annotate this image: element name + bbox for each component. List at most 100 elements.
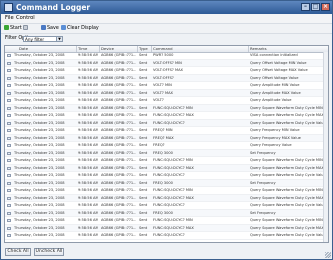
row-checkbox[interactable] xyxy=(7,211,11,215)
clear-display-button[interactable]: Clear Display xyxy=(61,24,99,33)
cell-type: Sent xyxy=(139,98,148,102)
cell-time: 9:58:56 AM xyxy=(78,165,98,170)
row-checkbox[interactable] xyxy=(7,151,11,155)
table-row[interactable]: Thursday, October 23, 2008 9:58:56 AM AGB6… xyxy=(5,157,328,165)
row-checkbox[interactable] xyxy=(7,196,11,200)
row-checkbox[interactable] xyxy=(7,84,11,87)
table-row[interactable]: Thursday, October 23, 2008 9:58:56 AM AGB6… xyxy=(5,74,328,82)
table-row[interactable]: Thursday, October 23, 2008 9:58:56 AM AGB6… xyxy=(5,127,328,135)
row-checkbox[interactable] xyxy=(7,174,11,177)
cell-device: AGB66 (GPIB::7?1... xyxy=(101,135,136,140)
table-row[interactable]: Thursday, October 23, 2008 9:58:56 AM AGB6… xyxy=(5,134,328,142)
title-bar[interactable]: Command Logger – □ × xyxy=(1,1,332,14)
cell-remarks: VISA connection initialized xyxy=(250,53,298,57)
cell-date: Thursday, October 23, 2008 xyxy=(14,218,65,222)
row-checkbox[interactable] xyxy=(7,166,11,170)
row-checkbox[interactable] xyxy=(7,106,11,110)
row-checkbox[interactable] xyxy=(7,136,11,140)
table-row[interactable]: Thursday, October 23, 2008 9:58:56 AM AGB6… xyxy=(5,224,328,232)
table-row[interactable]: Thursday, October 23, 2008 9:58:56 AM AGB6… xyxy=(5,142,328,150)
cell-type: Sent xyxy=(139,210,148,215)
row-checkbox[interactable] xyxy=(7,204,11,207)
cell-command: VOLT:OFFS? MIN xyxy=(153,60,182,65)
menu-bar: File Control xyxy=(1,14,332,23)
row-checkbox[interactable] xyxy=(7,226,11,230)
maximize-button[interactable]: □ xyxy=(311,3,320,11)
table-row[interactable]: Thursday, October 23, 2008 9:58:56 AM AGB6… xyxy=(5,59,328,67)
row-checkbox[interactable] xyxy=(7,114,11,117)
check-all-button[interactable]: Check All xyxy=(5,248,31,256)
row-checkbox[interactable] xyxy=(7,99,11,102)
menu-control[interactable]: Control xyxy=(16,14,35,23)
chevron-down-icon[interactable]: ▼ xyxy=(56,37,62,41)
table-row[interactable]: Thursday, October 23, 2008 9:58:56 AM AGB6… xyxy=(5,209,328,217)
cell-time: 9:58:56 AM xyxy=(78,210,98,215)
cell-type: Sent xyxy=(139,53,148,57)
table-row[interactable]: Thursday, October 23, 2008 9:58:56 AM AGB6… xyxy=(5,187,328,195)
table-row[interactable]: Thursday, October 23, 2008 9:58:56 AM AGB6… xyxy=(5,104,328,112)
row-checkbox[interactable] xyxy=(7,76,11,80)
cell-date: Thursday, October 23, 2008 xyxy=(14,203,65,207)
bottom-bar: Check All Uncheck All xyxy=(1,245,332,259)
row-checkbox[interactable] xyxy=(7,189,11,192)
cell-time: 9:58:56 AM xyxy=(78,233,98,237)
table-row[interactable]: Thursday, October 23, 2008 9:58:56 AM AGB6… xyxy=(5,112,328,120)
stop-button[interactable] xyxy=(23,24,29,33)
table-row[interactable]: Thursday, October 23, 2008 9:58:56 AM AGB6… xyxy=(5,149,328,157)
table-row[interactable]: Thursday, October 23, 2008 9:58:56 AM AGB6… xyxy=(5,194,328,202)
minimize-button[interactable]: – xyxy=(301,3,310,11)
row-checkbox[interactable] xyxy=(7,144,11,147)
table-row[interactable]: Thursday, October 23, 2008 9:58:56 AM AGB6… xyxy=(5,172,328,180)
filter-select[interactable]: Any filter ▼ xyxy=(23,36,63,42)
row-checkbox[interactable] xyxy=(7,69,11,72)
window-title: Command Logger xyxy=(16,3,91,12)
table-row[interactable]: Thursday, October 23, 2008 9:58:56 AM AGB6… xyxy=(5,164,328,172)
cell-type: Sent xyxy=(139,173,148,177)
table-row[interactable]: Thursday, October 23, 2008 9:58:56 AM AGB6… xyxy=(5,217,328,225)
cell-type: Sent xyxy=(139,143,148,147)
cell-remarks: Query Amplitude MAX Value xyxy=(250,90,301,95)
cell-date: Thursday, October 23, 2008 xyxy=(14,195,65,200)
cell-device: AGB66 (GPIB::7?1... xyxy=(101,218,136,222)
cell-remarks: Query Frequency MIN Value xyxy=(250,128,300,132)
table-row[interactable]: Thursday, October 23, 2008 9:58:56 AM AGB6… xyxy=(5,179,328,187)
row-checkbox[interactable] xyxy=(7,54,11,57)
row-checkbox[interactable] xyxy=(7,121,11,125)
cell-device: AGB66 (GPIB::7?1... xyxy=(101,233,136,237)
row-checkbox[interactable] xyxy=(7,159,11,162)
cell-device: AGB66 (GPIB::7?1... xyxy=(101,105,136,110)
resize-grip[interactable] xyxy=(325,252,331,258)
cell-type: Sent xyxy=(139,83,148,87)
close-button[interactable]: × xyxy=(321,3,330,11)
stop-icon xyxy=(23,25,28,30)
cell-time: 9:58:56 AM xyxy=(78,188,98,192)
table-row[interactable]: Thursday, October 23, 2008 9:58:56 AM AGB6… xyxy=(5,89,328,97)
table-row[interactable]: Thursday, October 23, 2008 9:58:56 AM AGB6… xyxy=(5,97,328,105)
cell-command: FREQ 3000 xyxy=(153,210,173,215)
cell-command: FUNC:SQU:DCYC? MAX xyxy=(153,195,194,200)
uncheck-all-button[interactable]: Uncheck All xyxy=(34,248,64,256)
row-checkbox[interactable] xyxy=(7,181,11,185)
row-checkbox[interactable] xyxy=(7,91,11,95)
table-row[interactable]: Thursday, October 23, 2008 9:58:56 AM AGB6… xyxy=(5,52,328,60)
cell-time: 9:58:56 AM xyxy=(78,158,98,162)
save-button[interactable]: Save xyxy=(41,24,59,33)
cell-remarks: Query Frequency Value xyxy=(250,143,292,147)
cell-time: 9:58:56 AM xyxy=(78,90,98,95)
menu-file[interactable]: File xyxy=(5,14,14,23)
row-checkbox[interactable] xyxy=(7,219,11,222)
table-row[interactable]: Thursday, October 23, 2008 9:58:56 AM AGB6… xyxy=(5,232,328,240)
cell-type: Sent xyxy=(139,128,148,132)
cell-remarks: Query Square Waveform Duty Cycle MAX Val… xyxy=(250,225,328,230)
row-checkbox[interactable] xyxy=(7,61,11,65)
table-row[interactable]: Thursday, October 23, 2008 9:58:56 AM AGB6… xyxy=(5,67,328,75)
table-row[interactable]: Thursday, October 23, 2008 9:58:56 AM AGB6… xyxy=(5,202,328,210)
vertical-scrollbar[interactable] xyxy=(323,52,328,242)
cell-type: Sent xyxy=(139,135,148,140)
table-row[interactable]: Thursday, October 23, 2008 9:58:56 AM AGB6… xyxy=(5,82,328,90)
table-row[interactable]: Thursday, October 23, 2008 9:58:56 AM AGB6… xyxy=(5,119,328,127)
start-button[interactable]: Start xyxy=(4,24,22,33)
command-logger-window: Command Logger – □ × File Control Start … xyxy=(0,0,333,260)
row-checkbox[interactable] xyxy=(7,129,11,132)
row-checkbox[interactable] xyxy=(7,234,11,237)
